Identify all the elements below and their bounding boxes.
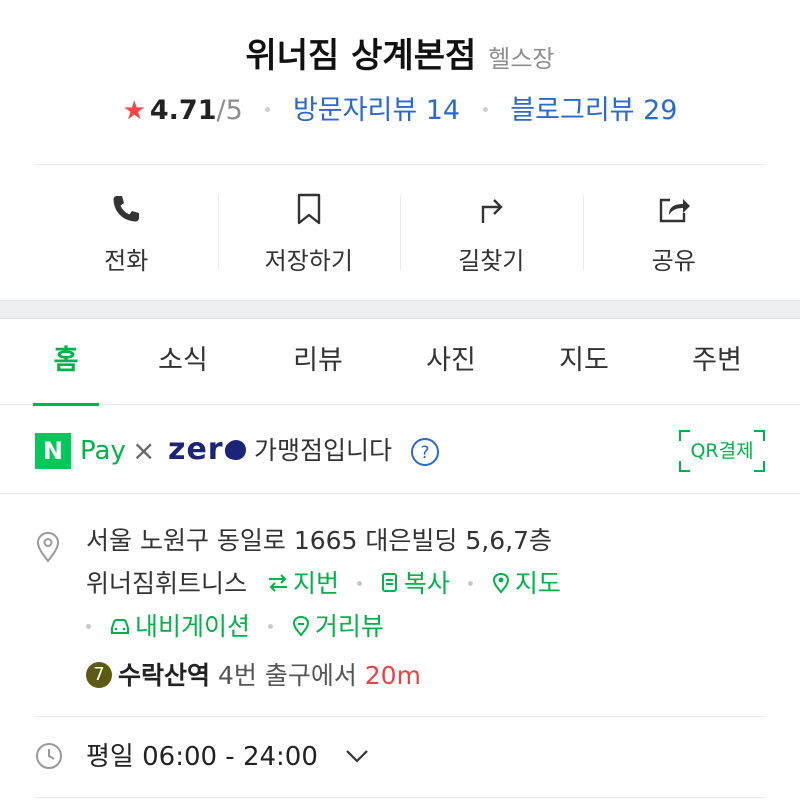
address-actions-row: 내비게이션 거리뷰	[86, 609, 384, 645]
address-detail-row: 위너짐휘트니스 지번 복사 지도	[86, 566, 561, 602]
rating-max: /5	[216, 95, 243, 126]
star-icon: ★	[122, 96, 146, 126]
visitor-reviews-link[interactable]: 방문자리뷰 14	[293, 95, 460, 126]
map-pin-icon	[492, 572, 509, 594]
share-label: 공유	[651, 247, 696, 275]
tab-reviews[interactable]: 리뷰	[263, 319, 373, 405]
tab-home[interactable]: 홈	[11, 319, 121, 406]
navigation-label: 내비게이션	[134, 612, 250, 641]
tab-nearby[interactable]: 주변	[662, 319, 772, 405]
separator-dot	[482, 107, 488, 112]
map-label: 지도	[514, 569, 561, 598]
times-symbol: ×	[132, 434, 156, 467]
zero-pay-circle-icon	[226, 440, 246, 460]
rating-row: ★ 4.71/5 방문자리뷰 14 블로그리뷰 29	[0, 88, 800, 127]
subway-line-badge: 7	[86, 662, 112, 688]
rating-score: 4.71	[149, 95, 217, 126]
directions-button[interactable]: 길찾기	[400, 165, 583, 300]
tab-map[interactable]: 지도	[529, 319, 639, 405]
directions-label: 길찾기	[458, 247, 525, 275]
place-header: 위너짐 상계본점 헬스장 ★ 4.71/5 방문자리뷰 14 블로그리뷰 29	[0, 0, 800, 165]
clock-icon	[36, 743, 62, 769]
tab-bar: 홈 소식 리뷰 사진 지도 주변	[0, 319, 800, 406]
map-button[interactable]: 지도	[491, 569, 561, 598]
help-mark: ?	[420, 443, 429, 463]
distance: 20m	[364, 661, 421, 690]
call-label: 전화	[104, 247, 149, 275]
lot-number-button[interactable]: 지번	[267, 569, 339, 598]
help-icon[interactable]: ?	[410, 437, 440, 467]
place-name: 위너짐 상계본점	[245, 36, 477, 76]
action-bar: 전화 저장하기 길찾기 공유	[35, 165, 765, 300]
qr-frame-icon	[679, 430, 765, 472]
separator-dot	[267, 623, 273, 629]
location-pin-icon	[36, 531, 60, 563]
street-view-icon	[292, 615, 309, 637]
section-separator	[0, 300, 800, 319]
share-button[interactable]: 공유	[582, 165, 766, 300]
separator-dot	[356, 580, 362, 586]
street-view-label: 거리뷰	[314, 612, 384, 641]
swap-icon	[268, 574, 287, 592]
chevron-down-icon[interactable]	[344, 747, 370, 765]
save-label: 저장하기	[264, 247, 353, 275]
exit-info: 4번 출구에서	[217, 661, 357, 690]
station-name: 수락산역	[118, 661, 211, 690]
subway-row: 7 수락산역 4번 출구에서 20m	[86, 658, 421, 694]
qr-payment-button[interactable]: QR결제	[678, 429, 766, 473]
copy-button[interactable]: 복사	[380, 569, 450, 598]
separator-dot	[467, 580, 473, 586]
phone-icon	[113, 196, 140, 222]
title-row: 위너짐 상계본점 헬스장	[0, 28, 800, 77]
call-button[interactable]: 전화	[35, 165, 218, 300]
building-name: 위너짐휘트니스	[86, 569, 248, 598]
navigation-button[interactable]: 내비게이션	[109, 612, 250, 641]
tab-photos[interactable]: 사진	[396, 319, 506, 405]
tab-news[interactable]: 소식	[128, 319, 238, 405]
copy-label: 복사	[403, 569, 450, 598]
hours-row[interactable]: 평일 06:00 - 24:00	[0, 717, 800, 800]
save-button[interactable]: 저장하기	[217, 165, 401, 300]
payment-row: N Pay × zero 가맹점입니다 ? QR결제	[0, 406, 800, 494]
pay-text: Pay	[80, 436, 126, 466]
car-icon	[110, 619, 129, 634]
place-category: 헬스장	[488, 45, 555, 73]
naver-pay-logo: N	[35, 433, 71, 469]
share-icon	[659, 198, 690, 223]
copy-icon	[381, 573, 397, 592]
separator-dot	[86, 623, 91, 629]
lot-number-label: 지번	[292, 569, 339, 598]
separator-dot	[265, 107, 271, 112]
directions-icon	[482, 199, 503, 223]
merchant-text: 가맹점입니다	[254, 436, 393, 465]
street-view-button[interactable]: 거리뷰	[291, 612, 384, 641]
blog-reviews-link[interactable]: 블로그리뷰 29	[510, 95, 677, 126]
hours-text: 평일 06:00 - 24:00	[86, 742, 318, 772]
bookmark-icon	[297, 193, 320, 225]
address-line: 서울 노원구 동일로 1665 대은빌딩 5,6,7층	[86, 526, 552, 555]
divider	[35, 797, 765, 798]
